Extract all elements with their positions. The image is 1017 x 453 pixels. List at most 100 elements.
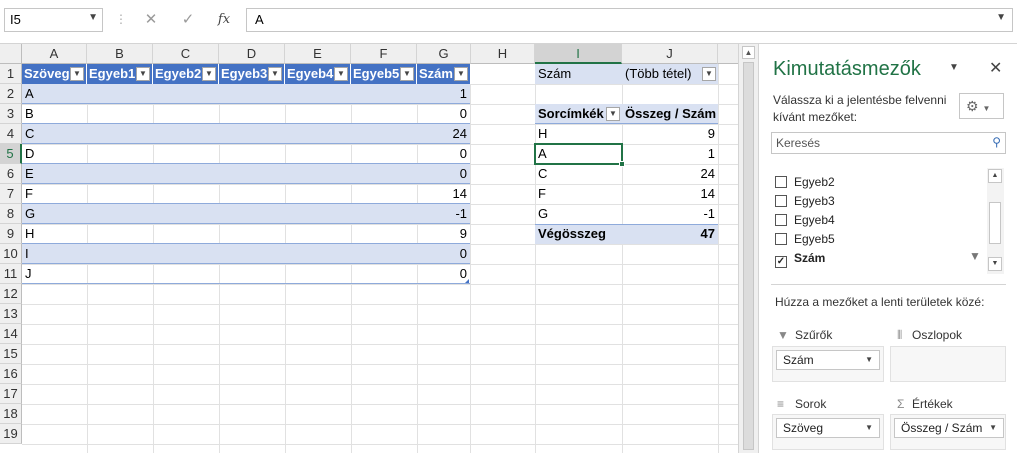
- column-header-d[interactable]: D: [219, 44, 285, 64]
- table-cell[interactable]: B: [22, 104, 87, 124]
- row-header[interactable]: 2: [0, 84, 22, 104]
- checkbox[interactable]: [775, 214, 787, 226]
- column-header-e[interactable]: E: [285, 44, 351, 64]
- pivot-row-label[interactable]: F: [535, 184, 622, 204]
- filter-dropdown-icon[interactable]: ▼: [454, 67, 468, 81]
- pivot-row-value[interactable]: 14: [622, 184, 718, 204]
- field-item[interactable]: Egyeb4: [775, 211, 835, 230]
- filter-dropdown-icon[interactable]: ▼: [400, 67, 414, 81]
- row-header[interactable]: 18: [0, 404, 22, 424]
- row-header[interactable]: 17: [0, 384, 22, 404]
- search-input[interactable]: Keresés ⚲: [771, 132, 1006, 154]
- filter-dropdown-icon[interactable]: ▼: [268, 67, 282, 81]
- scroll-thumb[interactable]: [989, 202, 1001, 244]
- column-header-i[interactable]: I: [535, 44, 622, 64]
- table-resize-handle[interactable]: [465, 279, 469, 283]
- table-cell[interactable]: 0: [417, 144, 470, 164]
- field-item[interactable]: Egyeb5: [775, 230, 835, 249]
- formula-input[interactable]: A ▼: [246, 8, 1013, 32]
- table-header-cell[interactable]: Szám ▼: [417, 64, 471, 84]
- table-cell[interactable]: A: [22, 84, 87, 104]
- filters-drop-area[interactable]: Szám ▼: [772, 346, 884, 382]
- column-header-a[interactable]: A: [22, 44, 87, 64]
- chevron-down-icon[interactable]: ▼: [865, 419, 873, 437]
- fill-handle[interactable]: [619, 161, 625, 167]
- table-header-cell[interactable]: Egyeb3 ▼: [219, 64, 285, 84]
- table-cell[interactable]: D: [22, 144, 87, 164]
- row-header[interactable]: 11: [0, 264, 22, 284]
- scroll-down-icon[interactable]: ▼: [988, 257, 1002, 271]
- scroll-up-icon[interactable]: ▲: [742, 46, 755, 59]
- column-header-b[interactable]: B: [87, 44, 153, 64]
- tools-button[interactable]: ⚙ ▼: [959, 93, 1004, 119]
- row-header[interactable]: 6: [0, 164, 22, 184]
- field-list-scrollbar[interactable]: ▲ ▼: [987, 168, 1004, 274]
- table-cell[interactable]: 0: [417, 104, 470, 124]
- select-all-corner[interactable]: [0, 44, 22, 64]
- values-field-pill[interactable]: Összeg / Szám ▼: [894, 418, 1004, 438]
- columns-drop-area[interactable]: [890, 346, 1006, 382]
- values-drop-area[interactable]: Összeg / Szám ▼: [890, 414, 1006, 450]
- pivot-row-value[interactable]: -1: [622, 204, 718, 224]
- table-cell[interactable]: 0: [417, 264, 470, 284]
- pivot-row-label[interactable]: H: [535, 124, 622, 144]
- name-box[interactable]: I5 ▼: [4, 8, 103, 32]
- pivot-row-value[interactable]: 24: [622, 164, 718, 184]
- filter-dropdown-icon[interactable]: ▼: [202, 67, 216, 81]
- table-cell[interactable]: 0: [417, 244, 470, 264]
- pivot-row-value[interactable]: 9: [622, 124, 718, 144]
- insert-function-icon[interactable]: fx: [213, 8, 235, 32]
- pivot-filter-value[interactable]: (Több tétel): [622, 64, 702, 84]
- filter-funnel-icon[interactable]: ▼: [702, 67, 716, 81]
- table-cell[interactable]: I: [22, 244, 87, 264]
- filter-dropdown-icon[interactable]: ▼: [136, 67, 150, 81]
- table-cell[interactable]: F: [22, 184, 87, 204]
- row-header[interactable]: 8: [0, 204, 22, 224]
- chevron-down-icon[interactable]: ▼: [865, 351, 873, 369]
- checkbox[interactable]: [775, 195, 787, 207]
- column-header-partial[interactable]: [718, 44, 738, 64]
- row-header[interactable]: 3: [0, 104, 22, 124]
- scroll-up-icon[interactable]: ▲: [988, 169, 1002, 183]
- enter-icon[interactable]: ✓: [177, 8, 199, 32]
- pivot-row-value[interactable]: 1: [622, 144, 718, 164]
- table-cell[interactable]: 24: [417, 124, 470, 144]
- table-cell[interactable]: 0: [417, 164, 470, 184]
- search-icon[interactable]: ⚲: [992, 135, 1001, 149]
- column-header-c[interactable]: C: [153, 44, 219, 64]
- column-header-j[interactable]: J: [622, 44, 718, 64]
- table-cell[interactable]: 14: [417, 184, 470, 204]
- field-item[interactable]: ✓ Szám: [775, 249, 825, 268]
- rows-field-pill[interactable]: Szöveg ▼: [776, 418, 880, 438]
- table-cell[interactable]: 9: [417, 224, 470, 244]
- row-header[interactable]: 16: [0, 364, 22, 384]
- checkbox-checked[interactable]: ✓: [775, 256, 787, 268]
- checkbox[interactable]: [775, 176, 787, 188]
- filters-field-pill[interactable]: Szám ▼: [776, 350, 880, 370]
- chevron-down-icon[interactable]: ▼: [996, 12, 1006, 23]
- column-header-f[interactable]: F: [351, 44, 417, 64]
- table-header-cell[interactable]: Egyeb5 ▼: [351, 64, 417, 84]
- chevron-down-icon[interactable]: ▼: [88, 12, 98, 23]
- row-header[interactable]: 12: [0, 284, 22, 304]
- row-header[interactable]: 5: [0, 144, 22, 164]
- table-cell[interactable]: 1: [417, 84, 470, 104]
- active-cell-selection[interactable]: [534, 143, 623, 165]
- table-header-cell[interactable]: Egyeb1 ▼: [87, 64, 153, 84]
- rows-drop-area[interactable]: Szöveg ▼: [772, 414, 884, 450]
- field-item[interactable]: Egyeb3: [775, 192, 835, 211]
- row-header[interactable]: 19: [0, 424, 22, 444]
- close-icon[interactable]: ✕: [989, 58, 1002, 78]
- row-header[interactable]: 9: [0, 224, 22, 244]
- pivot-row-label[interactable]: C: [535, 164, 622, 184]
- row-header[interactable]: 4: [0, 124, 22, 144]
- filter-dropdown-icon[interactable]: ▼: [334, 67, 348, 81]
- table-cell[interactable]: G: [22, 204, 87, 224]
- row-header[interactable]: 15: [0, 344, 22, 364]
- row-header[interactable]: 7: [0, 184, 22, 204]
- row-filter-dropdown-icon[interactable]: ▼: [606, 107, 620, 121]
- row-header[interactable]: 1: [0, 64, 22, 84]
- table-cell[interactable]: E: [22, 164, 87, 184]
- row-header[interactable]: 14: [0, 324, 22, 344]
- scroll-thumb[interactable]: [743, 62, 754, 450]
